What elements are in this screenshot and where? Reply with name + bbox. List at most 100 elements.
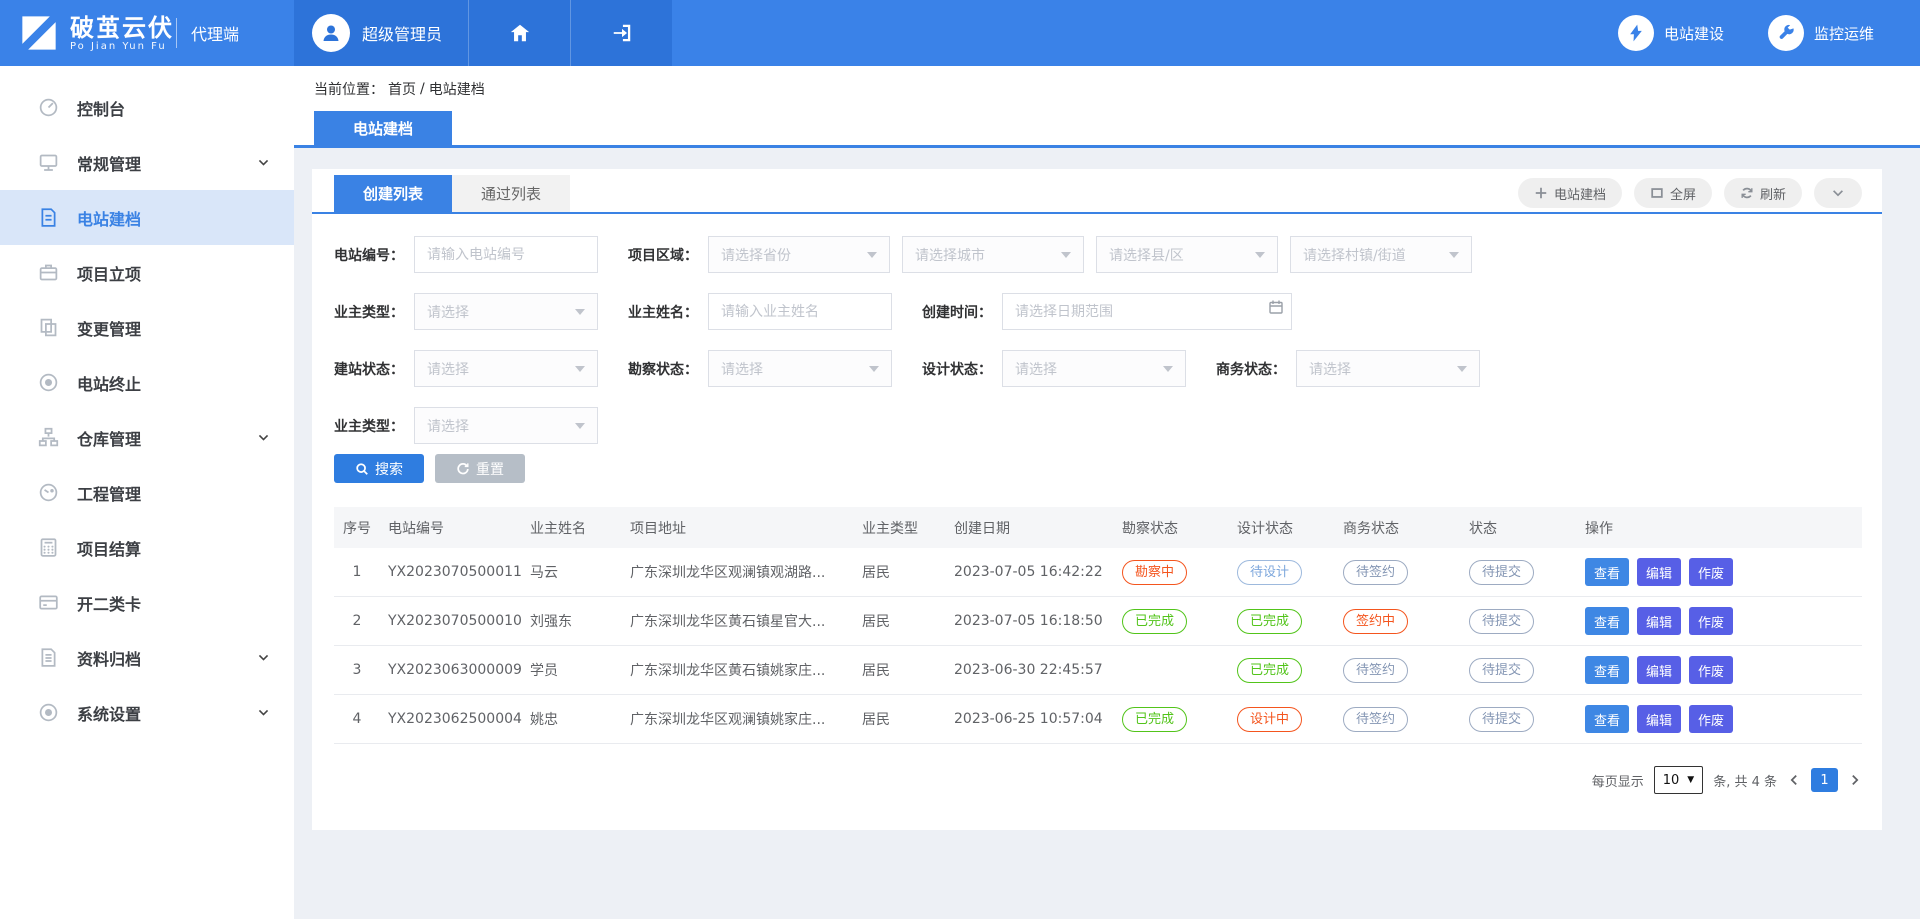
page-tab-station-archive[interactable]: 电站建档 <box>314 111 452 145</box>
sidebar-item-label: 工程管理 <box>77 481 141 505</box>
search-button[interactable]: 搜索 <box>334 454 424 483</box>
search-label: 搜索 <box>375 459 403 479</box>
sidebar-item-label: 控制台 <box>77 96 125 120</box>
table-row: 3 YX2023063000009 学员 广东深圳龙华区黄石镇姚家庄... 居民… <box>334 646 1862 695</box>
document-icon <box>38 207 59 228</box>
survey-status-select[interactable]: 请选择 <box>708 350 892 387</box>
sidebar-item-station-archive[interactable]: 电站建档 <box>0 190 294 245</box>
sidebar-item-station-termination[interactable]: 电站终止 <box>0 355 294 410</box>
reset-label: 重置 <box>476 459 504 479</box>
caret-down-icon <box>1255 252 1265 258</box>
cell-index: 1 <box>334 564 380 580</box>
search-icon <box>355 462 369 476</box>
city-select[interactable]: 请选择城市 <box>902 236 1084 273</box>
sidebar-item-general-mgmt[interactable]: 常规管理 <box>0 135 294 190</box>
station-no-input[interactable] <box>414 236 598 273</box>
edit-button[interactable]: 编辑 <box>1637 705 1681 733</box>
edit-button[interactable]: 编辑 <box>1637 558 1681 586</box>
status-badge: 待提交 <box>1469 560 1534 585</box>
owner-type2-select[interactable]: 请选择 <box>414 407 598 444</box>
reset-button[interactable]: 重置 <box>435 454 525 483</box>
briefcase-icon <box>38 262 59 283</box>
module-station-build[interactable]: 电站建设 <box>1618 15 1724 51</box>
sidebar-item-project-settlement[interactable]: 项目结算 <box>0 520 294 575</box>
avatar <box>312 14 350 52</box>
design-status-placeholder: 请选择 <box>1015 359 1057 379</box>
cell-created: 2023-07-05 16:42:22 <box>946 564 1114 580</box>
tab-passed-list[interactable]: 通过列表 <box>452 175 570 212</box>
date-range-input[interactable] <box>1002 293 1292 330</box>
sidebar-item-data-archive[interactable]: 资料归档 <box>0 630 294 685</box>
prev-page-button[interactable] <box>1787 773 1801 787</box>
design-status-select[interactable]: 请选择 <box>1002 350 1186 387</box>
user-menu[interactable]: 超级管理员 <box>294 0 468 66</box>
view-button[interactable]: 查看 <box>1585 607 1629 635</box>
owner-name-input[interactable] <box>708 293 892 330</box>
station-no-label: 电站编号： <box>334 245 404 265</box>
col-header: 项目地址 <box>622 518 854 538</box>
sidebar-item-type2-card[interactable]: 开二类卡 <box>0 575 294 630</box>
cell-created: 2023-06-25 10:57:04 <box>946 711 1114 727</box>
business-status-select[interactable]: 请选择 <box>1296 350 1480 387</box>
per-page-select[interactable]: 10 ▼ <box>1654 766 1703 794</box>
build-status-select[interactable]: 请选择 <box>414 350 598 387</box>
void-button[interactable]: 作废 <box>1689 607 1733 635</box>
fullscreen-button[interactable]: 全屏 <box>1634 178 1712 208</box>
collapse-toolbar-button[interactable] <box>1814 178 1862 208</box>
brand-logo-icon <box>18 13 60 53</box>
copy-files-icon <box>38 317 59 338</box>
sidebar-item-label: 开二类卡 <box>77 591 141 615</box>
caret-down-icon <box>575 366 585 372</box>
void-button[interactable]: 作废 <box>1689 558 1733 586</box>
home-button[interactable] <box>468 0 570 66</box>
owner-type-select[interactable]: 请选择 <box>414 293 598 330</box>
col-header: 勘察状态 <box>1114 518 1229 538</box>
calendar-icon <box>1268 299 1284 315</box>
survey-status-badge: 已完成 <box>1122 609 1187 634</box>
tab-create-list[interactable]: 创建列表 <box>334 175 452 212</box>
sidebar-item-console[interactable]: 控制台 <box>0 80 294 135</box>
per-page-value: 10 <box>1663 773 1680 788</box>
settings-target-icon <box>38 702 59 723</box>
breadcrumb-home[interactable]: 首页 <box>388 79 416 99</box>
owner-type-label: 业主类型： <box>334 302 404 322</box>
next-page-button[interactable] <box>1848 773 1862 787</box>
edit-button[interactable]: 编辑 <box>1637 607 1681 635</box>
sidebar-item-warehouse-mgmt[interactable]: 仓库管理 <box>0 410 294 465</box>
chevron-down-icon <box>1831 186 1845 200</box>
sidebar-item-label: 项目立项 <box>77 261 141 285</box>
sidebar-item-label: 系统设置 <box>77 701 141 725</box>
logout-button[interactable] <box>570 0 672 66</box>
town-select[interactable]: 请选择村镇/街道 <box>1290 236 1472 273</box>
page-number-button[interactable]: 1 <box>1811 768 1838 792</box>
sidebar-item-change-mgmt[interactable]: 变更管理 <box>0 300 294 355</box>
sidebar-item-system-settings[interactable]: 系统设置 <box>0 685 294 740</box>
caret-down-icon <box>575 423 585 429</box>
caret-down-icon <box>1163 366 1173 372</box>
void-button[interactable]: 作废 <box>1689 705 1733 733</box>
province-select[interactable]: 请选择省份 <box>708 236 890 273</box>
module-monitor-ops[interactable]: 监控运维 <box>1768 15 1874 51</box>
fullscreen-label: 全屏 <box>1670 184 1696 203</box>
refresh-button[interactable]: 刷新 <box>1724 178 1802 208</box>
sidebar-item-label: 仓库管理 <box>77 426 141 450</box>
sidebar-item-project-initiation[interactable]: 项目立项 <box>0 245 294 300</box>
cell-station-no: YX2023070500010 <box>380 613 522 629</box>
view-button[interactable]: 查看 <box>1585 558 1629 586</box>
add-station-label: 电站建档 <box>1554 184 1606 203</box>
view-button[interactable]: 查看 <box>1585 705 1629 733</box>
sidebar-item-engineering-mgmt[interactable]: 工程管理 <box>0 465 294 520</box>
home-icon <box>509 22 531 44</box>
add-station-button[interactable]: 电站建档 <box>1518 178 1622 208</box>
owner-type-placeholder: 请选择 <box>427 302 469 322</box>
cell-owner-type: 居民 <box>854 611 946 631</box>
tabs-underline <box>312 212 1882 214</box>
target-icon <box>38 372 59 393</box>
lightning-icon <box>1626 23 1646 43</box>
county-select[interactable]: 请选择县/区 <box>1096 236 1278 273</box>
edit-button[interactable]: 编辑 <box>1637 656 1681 684</box>
reset-icon <box>456 462 470 476</box>
view-button[interactable]: 查看 <box>1585 656 1629 684</box>
owner-name-label: 业主姓名： <box>628 302 698 322</box>
void-button[interactable]: 作废 <box>1689 656 1733 684</box>
